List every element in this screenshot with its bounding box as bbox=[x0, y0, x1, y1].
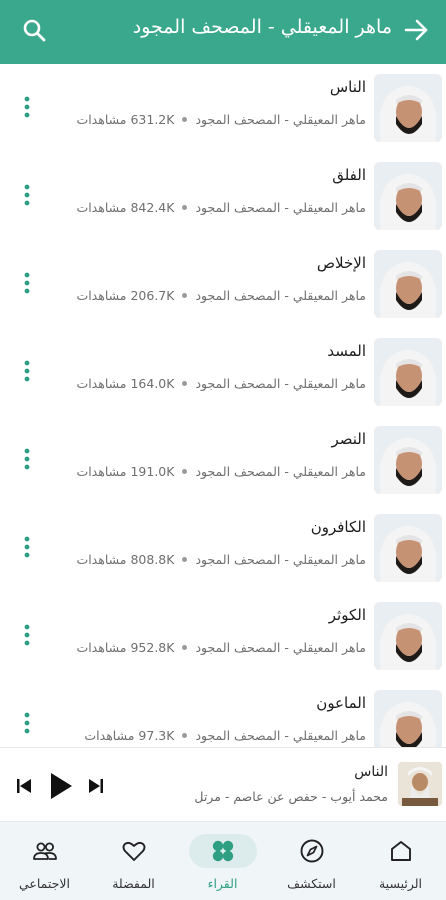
separator-dot bbox=[182, 733, 188, 738]
more-vert-icon[interactable] bbox=[18, 534, 36, 560]
track-subtitle: ماهر المعيقلي - المصحف المجود bbox=[195, 728, 366, 743]
nav-label: القراء bbox=[207, 876, 238, 891]
separator-dot bbox=[182, 293, 188, 298]
separator-dot bbox=[182, 557, 188, 562]
nav-label: الرئيسية bbox=[378, 876, 423, 891]
track-list[interactable]: الناس ماهر المعيقلي - المصحف المجود 631.2… bbox=[0, 64, 446, 747]
track-title: المسد bbox=[327, 342, 366, 360]
track-row[interactable]: الفلق ماهر المعيقلي - المصحف المجود 842.4… bbox=[0, 152, 446, 240]
separator-dot bbox=[182, 117, 188, 122]
track-title: الإخلاص bbox=[316, 254, 366, 272]
track-subtitle: ماهر المعيقلي - المصحف المجود bbox=[195, 640, 366, 655]
more-vert-icon[interactable] bbox=[18, 622, 36, 648]
bottom-navigation: الاجتماعي المفضلة القراء استكشف الرئيسية bbox=[0, 821, 446, 900]
reciter-thumbnail bbox=[374, 250, 442, 318]
now-playing-thumbnail bbox=[398, 762, 442, 806]
track-title: الماعون bbox=[316, 694, 366, 712]
reciter-thumbnail bbox=[374, 602, 442, 670]
nav-tab-reciters[interactable]: القراء bbox=[178, 822, 267, 900]
track-subtitle: ماهر المعيقلي - المصحف المجود bbox=[195, 552, 366, 567]
more-vert-icon[interactable] bbox=[18, 710, 36, 736]
track-views: 164.0K مشاهدات bbox=[76, 376, 175, 391]
track-meta: ماهر المعيقلي - المصحف المجود 952.8K مشاه… bbox=[76, 640, 366, 655]
play-icon[interactable] bbox=[48, 772, 74, 800]
track-views: 808.8K مشاهدات bbox=[76, 552, 175, 567]
track-meta: ماهر المعيقلي - المصحف المجود 842.4K مشاه… bbox=[76, 200, 366, 215]
separator-dot bbox=[182, 645, 188, 650]
separator-dot bbox=[182, 381, 188, 386]
more-vert-icon[interactable] bbox=[18, 94, 36, 120]
track-views: 97.3K مشاهدات bbox=[84, 728, 175, 743]
skip-next-icon[interactable] bbox=[88, 778, 104, 794]
track-views: 631.2K مشاهدات bbox=[76, 112, 175, 127]
people-icon bbox=[32, 842, 57, 860]
track-row[interactable]: المسد ماهر المعيقلي - المصحف المجود 164.0… bbox=[0, 328, 446, 416]
track-views: 206.7K مشاهدات bbox=[76, 288, 175, 303]
reciter-thumbnail bbox=[374, 162, 442, 230]
heart-icon bbox=[122, 841, 145, 861]
track-meta: ماهر المعيقلي - المصحف المجود 97.3K مشاهد… bbox=[84, 728, 366, 743]
nav-tab-home[interactable]: الرئيسية bbox=[356, 822, 445, 900]
skip-previous-icon[interactable] bbox=[16, 778, 32, 794]
reciter-thumbnail bbox=[374, 426, 442, 494]
track-row[interactable]: النصر ماهر المعيقلي - المصحف المجود 191.0… bbox=[0, 416, 446, 504]
nav-label: استكشف bbox=[287, 876, 336, 891]
track-row[interactable]: الناس ماهر المعيقلي - المصحف المجود 631.2… bbox=[0, 64, 446, 152]
page-title: ماهر المعيقلي - المصحف المجود bbox=[132, 16, 392, 38]
app-bar: ماهر المعيقلي - المصحف المجود bbox=[0, 0, 446, 64]
reciter-thumbnail bbox=[374, 74, 442, 142]
track-views: 842.4K مشاهدات bbox=[76, 200, 175, 215]
track-title: الكوثر bbox=[328, 606, 366, 624]
track-meta: ماهر المعيقلي - المصحف المجود 631.2K مشاه… bbox=[76, 112, 366, 127]
track-views: 952.8K مشاهدات bbox=[76, 640, 175, 655]
reciter-thumbnail bbox=[374, 514, 442, 582]
more-vert-icon[interactable] bbox=[18, 182, 36, 208]
separator-dot bbox=[182, 469, 188, 474]
track-meta: ماهر المعيقلي - المصحف المجود 808.8K مشاه… bbox=[76, 552, 366, 567]
nav-label: المفضلة bbox=[112, 876, 155, 891]
search-icon[interactable] bbox=[18, 14, 50, 46]
track-row[interactable]: الكافرون ماهر المعيقلي - المصحف المجود 80… bbox=[0, 504, 446, 592]
track-subtitle: ماهر المعيقلي - المصحف المجود bbox=[195, 112, 366, 127]
arrow-back-icon[interactable] bbox=[398, 12, 434, 48]
track-title: الناس bbox=[329, 78, 366, 96]
track-views: 191.0K مشاهدات bbox=[76, 464, 175, 479]
home-icon bbox=[390, 841, 411, 861]
track-row[interactable]: الماعون ماهر المعيقلي - المصحف المجود 97.… bbox=[0, 680, 446, 747]
track-subtitle: ماهر المعيقلي - المصحف المجود bbox=[195, 464, 366, 479]
mini-player[interactable]: الناس محمد أيوب - حفص عن عاصم - مرتل bbox=[0, 747, 446, 821]
track-title: الفلق bbox=[332, 166, 366, 184]
track-meta: ماهر المعيقلي - المصحف المجود 206.7K مشاه… bbox=[76, 288, 366, 303]
track-title: الكافرون bbox=[310, 518, 366, 536]
track-subtitle: ماهر المعيقلي - المصحف المجود bbox=[195, 376, 366, 391]
track-subtitle: ماهر المعيقلي - المصحف المجود bbox=[195, 288, 366, 303]
nav-label: الاجتماعي bbox=[18, 876, 70, 891]
now-playing-subtitle: محمد أيوب - حفص عن عاصم - مرتل bbox=[194, 789, 388, 804]
compass-icon bbox=[300, 839, 323, 863]
track-row[interactable]: الإخلاص ماهر المعيقلي - المصحف المجود 206… bbox=[0, 240, 446, 328]
more-vert-icon[interactable] bbox=[18, 358, 36, 384]
now-playing-title: الناس bbox=[354, 764, 388, 780]
separator-dot bbox=[182, 205, 188, 210]
nav-tab-favorites[interactable]: المفضلة bbox=[89, 822, 178, 900]
more-vert-icon[interactable] bbox=[18, 270, 36, 296]
reciter-thumbnail bbox=[374, 338, 442, 406]
track-meta: ماهر المعيقلي - المصحف المجود 191.0K مشاه… bbox=[76, 464, 366, 479]
nav-tab-social[interactable]: الاجتماعي bbox=[0, 822, 89, 900]
track-subtitle: ماهر المعيقلي - المصحف المجود bbox=[195, 200, 366, 215]
track-title: النصر bbox=[331, 430, 366, 448]
more-vert-icon[interactable] bbox=[18, 446, 36, 472]
nav-tab-explore[interactable]: استكشف bbox=[267, 822, 356, 900]
reciter-thumbnail bbox=[374, 690, 442, 747]
track-row[interactable]: الكوثر ماهر المعيقلي - المصحف المجود 952.… bbox=[0, 592, 446, 680]
track-meta: ماهر المعيقلي - المصحف المجود 164.0K مشاه… bbox=[76, 376, 366, 391]
reciters-grid-icon bbox=[212, 840, 233, 862]
